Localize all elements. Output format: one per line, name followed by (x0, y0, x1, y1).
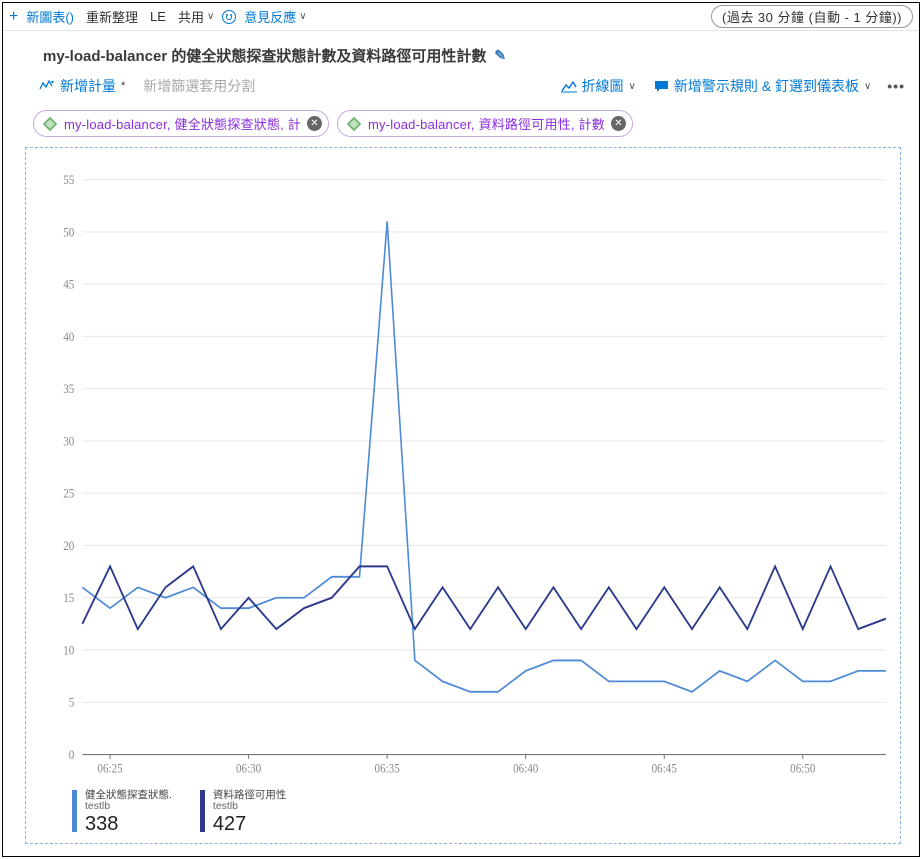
plus-icon: + (9, 8, 18, 26)
svg-text:20: 20 (63, 539, 74, 553)
legend-resource-name: testlb (213, 801, 287, 813)
share-button[interactable]: 共用 ∨ (174, 5, 218, 28)
refresh-label: 重新整理 (86, 7, 138, 26)
line-chart-icon (561, 79, 577, 93)
metric-pills-row: my-load-balancer, 健全狀態探查狀態, 計 ✕ my-load-… (3, 106, 919, 147)
svg-text:06:45: 06:45 (652, 762, 677, 776)
svg-text:0: 0 (69, 748, 75, 762)
remove-pill-icon[interactable]: ✕ (307, 116, 322, 131)
le-button[interactable]: LE (146, 7, 170, 26)
legend-resource-name: testlb (85, 801, 172, 813)
add-filter-placeholder[interactable]: 新增篩選套用分割 (137, 76, 255, 96)
svg-text:30: 30 (63, 435, 74, 449)
svg-text:06:30: 06:30 (236, 762, 261, 776)
chat-bubble-icon (654, 80, 669, 93)
feedback-label: 意見反應 (244, 7, 296, 26)
time-range-label: (過去 30 分鐘 (自動 - 1 分鐘)) (722, 10, 902, 25)
feedback-button[interactable]: 意見反應 ∨ (240, 5, 310, 28)
svg-text:06:35: 06:35 (375, 762, 400, 776)
svg-text:06:40: 06:40 (513, 762, 538, 776)
add-metric-label: 新增計量 (60, 76, 116, 96)
metric-pill-label: my-load-balancer, 資料路徑可用性, 計數 (368, 114, 605, 133)
metric-pill[interactable]: my-load-balancer, 健全狀態探查狀態, 計 ✕ (33, 110, 329, 137)
svg-text:5: 5 (69, 696, 75, 710)
svg-text:25: 25 (63, 487, 74, 501)
chart-title: my-load-balancer 的健全狀態探查狀態計數及資料路徑可用性計數 (43, 45, 486, 66)
svg-text:15: 15 (63, 592, 74, 606)
legend-color-swatch (200, 790, 205, 832)
svg-text:55: 55 (63, 174, 74, 188)
svg-text:06:25: 06:25 (97, 762, 122, 776)
chart-type-label: 折線圖 (582, 76, 624, 96)
chart-action-row: 新增計量 * 新增篩選套用分割 折線圖 ∨ 新增警示規則 & 釘選到儀表板 ∨ … (3, 70, 919, 106)
chevron-down-icon: ∨ (629, 81, 636, 92)
svg-text:06:50: 06:50 (790, 762, 815, 776)
alert-pin-label: 新增警示規則 & 釘選到儀表板 (674, 76, 859, 96)
more-actions-button[interactable]: ••• (883, 78, 909, 94)
smiley-icon (222, 10, 236, 24)
chart-legend: 健全狀態探查狀態. testlb 338 資料路徑可用性 testlb 427 (30, 786, 896, 839)
chevron-down-icon: ∨ (299, 11, 306, 22)
svg-text:45: 45 (63, 278, 74, 292)
svg-text:10: 10 (63, 644, 74, 658)
legend-item[interactable]: 資料路徑可用性 testlb 427 (200, 790, 287, 835)
time-range-picker[interactable]: (過去 30 分鐘 (自動 - 1 分鐘)) (711, 5, 913, 28)
chart-type-picker[interactable]: 折線圖 ∨ (555, 72, 642, 100)
legend-series-value: 427 (213, 813, 287, 835)
required-star-icon: * (121, 80, 125, 92)
chart-title-row: my-load-balancer 的健全狀態探查狀態計數及資料路徑可用性計數 ✎ (3, 31, 919, 70)
metric-pill[interactable]: my-load-balancer, 資料路徑可用性, 計數 ✕ (337, 110, 633, 137)
edit-title-icon[interactable]: ✎ (494, 47, 506, 64)
svg-text:50: 50 (63, 226, 74, 240)
chevron-down-icon: ∨ (207, 11, 214, 22)
new-chart-label: 新圖表() (26, 7, 74, 26)
top-toolbar: + 新圖表() 重新整理 LE 共用 ∨ 意見反應 ∨ (過去 30 分鐘 (自… (3, 3, 919, 31)
chevron-down-icon: ∨ (864, 81, 871, 92)
metric-sparkle-icon (39, 79, 55, 93)
resource-diamond-icon (346, 116, 362, 132)
chart-plot-area[interactable]: 0 5 10 15 20 25 30 35 40 45 50 55 06:25 06:30 06:35 06… (30, 158, 896, 786)
svg-text:35: 35 (63, 383, 74, 397)
remove-pill-icon[interactable]: ✕ (611, 116, 626, 131)
share-label: 共用 (178, 7, 204, 26)
chart-container: 0 5 10 15 20 25 30 35 40 45 50 55 06:25 06:30 06:35 06… (25, 147, 901, 844)
svg-text:40: 40 (63, 330, 74, 344)
new-chart-button[interactable]: 新圖表() (22, 5, 78, 28)
refresh-button[interactable]: 重新整理 (82, 5, 142, 28)
alert-pin-button[interactable]: 新增警示規則 & 釘選到儀表板 ∨ (648, 72, 877, 100)
legend-item[interactable]: 健全狀態探查狀態. testlb 338 (72, 790, 172, 835)
add-metric-button[interactable]: 新增計量 * (33, 72, 131, 100)
le-label: LE (150, 9, 166, 24)
metrics-chart-panel: + 新圖表() 重新整理 LE 共用 ∨ 意見反應 ∨ (過去 30 分鐘 (自… (2, 2, 920, 857)
metric-pill-label: my-load-balancer, 健全狀態探查狀態, 計 (64, 114, 301, 133)
resource-diamond-icon (42, 116, 58, 132)
legend-color-swatch (72, 790, 77, 832)
legend-series-value: 338 (85, 813, 172, 835)
